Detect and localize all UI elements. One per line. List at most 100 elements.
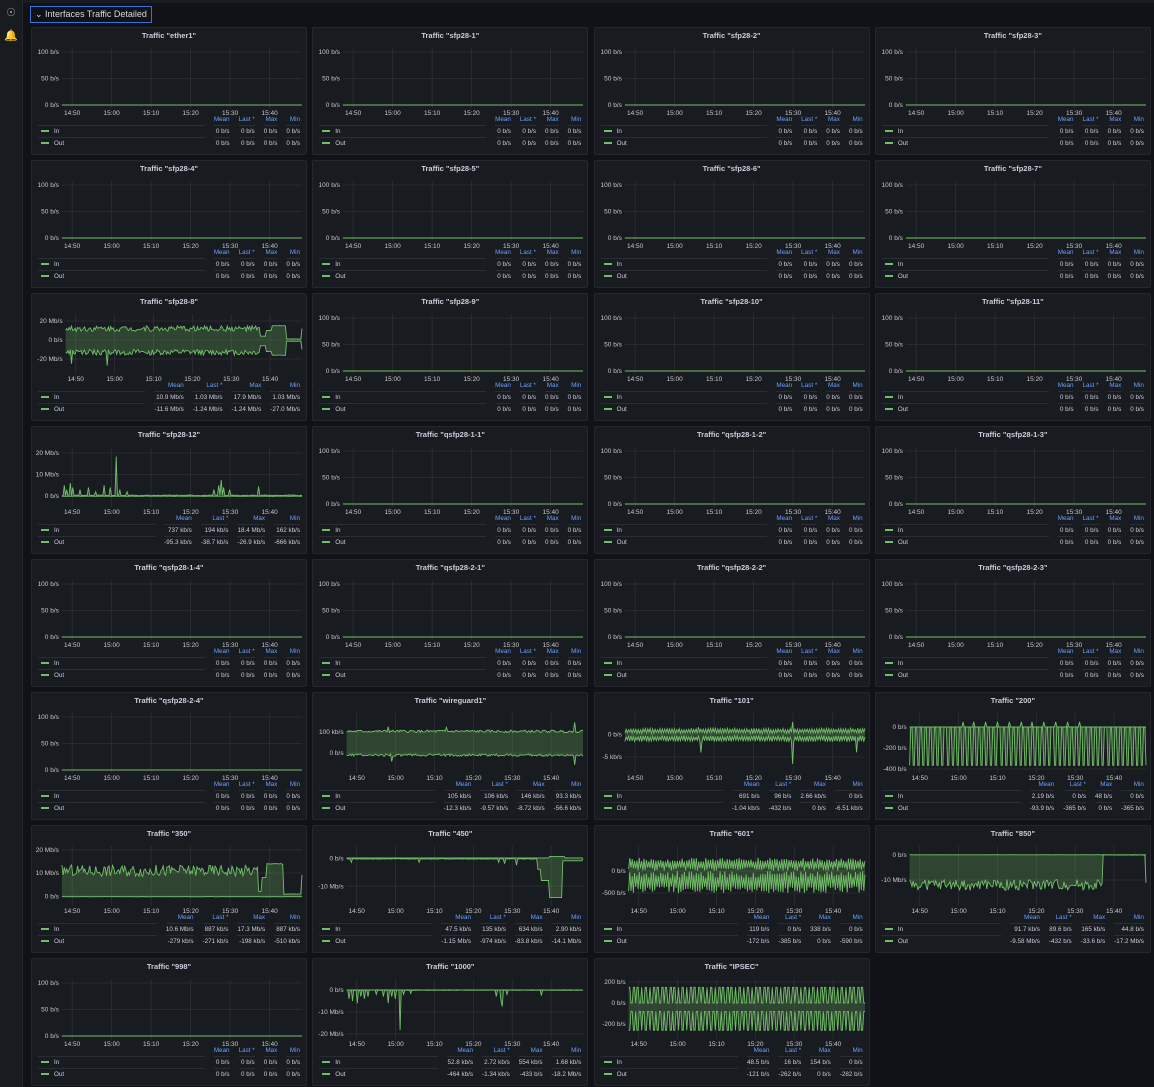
legend-series-out[interactable]: Out — [881, 270, 1049, 282]
legend-series-in[interactable]: In — [600, 391, 768, 403]
legend-series-out[interactable]: Out — [319, 137, 487, 149]
legend-header[interactable]: Max — [810, 913, 831, 923]
timeseries-chart[interactable]: 100 b/s50 b/s0 b/s14:50 15:00 15:10 15:20 15… — [876, 441, 1152, 517]
legend-series-in[interactable]: In — [600, 790, 723, 802]
legend-series-in[interactable]: In — [881, 391, 1049, 403]
legend-header[interactable]: Last * — [801, 115, 817, 125]
panel[interactable]: Traffic "601" 0 b/s -500 b/s 14:50 15:00 15:1… — [593, 825, 871, 953]
legend-header[interactable]: Max — [826, 115, 840, 125]
legend-header[interactable]: Last * — [480, 780, 508, 790]
legend-series-in[interactable]: In — [38, 391, 146, 403]
legend-header[interactable]: Min — [286, 1046, 300, 1056]
legend-header[interactable]: Last * — [1082, 514, 1098, 524]
panel[interactable]: Traffic "450" 0 b/s -10 Mb/s 14:50 15:00 15:1… — [312, 825, 589, 953]
legend-header[interactable]: Min — [1130, 381, 1144, 391]
legend-series-out[interactable]: Out — [881, 137, 1049, 149]
legend-header[interactable]: Min — [552, 1046, 581, 1056]
legend-header[interactable]: Mean — [214, 115, 230, 125]
legend-header[interactable]: Min — [286, 248, 300, 258]
legend-header[interactable]: Min — [1130, 647, 1144, 657]
legend-header[interactable]: Last * — [520, 514, 536, 524]
legend-header[interactable]: Min — [849, 514, 862, 524]
legend-series-out[interactable]: Out — [38, 137, 205, 149]
timeseries-chart[interactable]: 0 b/s-10 Mb/s14:50 15:00 15:10 15:20 15:30 15… — [876, 840, 1152, 916]
timeseries-chart[interactable]: 100 b/s50 b/s0 b/s14:50 15:00 15:10 15:20 15… — [876, 308, 1152, 384]
panel[interactable]: Traffic "sfp28-6" 100 b/s 50 b/s 0 b/s 14:50… — [593, 160, 870, 288]
legend-header[interactable]: Max — [1081, 913, 1105, 923]
legend-header[interactable]: Last * — [1082, 248, 1098, 258]
legend-header[interactable]: Min — [568, 514, 581, 524]
legend-series-in[interactable]: In — [319, 391, 487, 403]
legend-header[interactable]: Min — [849, 647, 862, 657]
legend-header[interactable]: Min — [849, 248, 862, 258]
panel[interactable]: Traffic "IPSEC" 200 b/s 0 b/s -200 b/s 14:50… — [593, 958, 871, 1086]
legend-header[interactable]: Max — [810, 1046, 831, 1056]
legend-header[interactable]: Min — [849, 115, 862, 125]
legend-series-out[interactable]: Out — [600, 1068, 738, 1080]
legend-header[interactable]: Last * — [1082, 115, 1098, 125]
timeseries-chart[interactable]: 100 b/s50 b/s0 b/s14:50 15:00 15:10 15:20 15… — [313, 441, 589, 517]
legend-series-in[interactable]: In — [600, 657, 768, 669]
legend-header[interactable]: Max — [264, 1046, 277, 1056]
legend-header[interactable]: Last * — [520, 248, 536, 258]
legend-header[interactable]: Mean — [1058, 115, 1074, 125]
legend-header[interactable]: Mean — [776, 115, 792, 125]
legend-header[interactable]: Mean — [214, 248, 230, 258]
panel[interactable]: Traffic "qsfp28-2-3" 100 b/s 50 b/s 0 b/s 14… — [874, 559, 1151, 687]
legend-header[interactable]: Mean — [164, 514, 192, 524]
legend-header[interactable]: Mean — [447, 1046, 473, 1056]
legend-header[interactable]: Mean — [495, 115, 511, 125]
legend-header[interactable]: Max — [545, 248, 559, 258]
timeseries-chart[interactable]: 100 b/s50 b/s0 b/s14:50 15:00 15:10 15:20 15… — [32, 973, 308, 1049]
legend-header[interactable]: Last * — [203, 913, 228, 923]
panel[interactable]: Traffic "ether1" 100 b/s 50 b/s 0 b/s 14:50 1… — [31, 27, 307, 155]
legend-series-out[interactable]: Out — [600, 536, 768, 548]
legend-header[interactable]: Last * — [801, 514, 817, 524]
panel[interactable]: Traffic "350" 20 Mb/s 10 Mb/s 0 b/s 14:50 15:… — [31, 825, 307, 953]
legend-header[interactable]: Max — [800, 780, 826, 790]
legend-header[interactable]: Max — [545, 514, 559, 524]
legend-header[interactable]: Last * — [1063, 780, 1086, 790]
panel[interactable]: Traffic "sfp28-1" 100 b/s 50 b/s 0 b/s 14:50… — [312, 27, 589, 155]
legend-header[interactable]: Mean — [495, 514, 511, 524]
legend-header[interactable]: Last * — [769, 780, 791, 790]
timeseries-chart[interactable]: 100 b/s50 b/s0 b/s14:50 15:00 15:10 15:20 15… — [313, 308, 589, 384]
legend-header[interactable]: Min — [274, 514, 300, 524]
timeseries-chart[interactable]: 0 b/s-500 b/s14:50 15:00 15:10 15:20 15:30 15… — [595, 840, 871, 916]
legend-series-in[interactable]: In — [319, 1056, 439, 1068]
timeseries-chart[interactable]: 20 Mb/s10 Mb/s0 b/s14:50 15:00 15:10 15:20 1… — [32, 840, 308, 916]
legend-series-out[interactable]: Out — [600, 403, 768, 415]
legend-header[interactable]: Max — [545, 647, 559, 657]
legend-header[interactable]: Min — [270, 381, 300, 391]
panel[interactable]: Traffic "sfp28-4" 100 b/s 50 b/s 0 b/s 14:50… — [31, 160, 307, 288]
panel[interactable]: Traffic "sfp28-10" 100 b/s 50 b/s 0 b/s 14:5… — [593, 293, 870, 421]
panel[interactable]: Traffic "qsfp28-2-2" 100 b/s 50 b/s 0 b/s 14… — [593, 559, 870, 687]
row-collapse-toggle[interactable]: ⌄ Interfaces Traffic Detailed — [30, 6, 152, 23]
legend-series-out[interactable]: Out — [600, 802, 723, 814]
timeseries-chart[interactable]: 100 b/s50 b/s0 b/s14:50 15:00 15:10 15:20 15… — [876, 175, 1152, 251]
legend-series-in[interactable]: In — [600, 524, 768, 536]
legend-header[interactable]: Max — [515, 913, 543, 923]
legend-series-out[interactable]: Out — [881, 935, 1002, 947]
legend-series-in[interactable]: In — [38, 790, 205, 802]
legend-header[interactable]: Min — [568, 248, 581, 258]
legend-series-in[interactable]: In — [600, 258, 768, 270]
legend-header[interactable]: Min — [568, 381, 581, 391]
timeseries-chart[interactable]: 0 b/s-200 b/s-400 b/s14:50 15:00 15:10 15:2… — [876, 707, 1152, 783]
timeseries-chart[interactable]: 100 b/s50 b/s0 b/s14:50 15:00 15:10 15:20 15… — [313, 175, 589, 251]
timeseries-chart[interactable]: 200 b/s0 b/s-200 b/s14:50 15:00 15:10 15:20… — [595, 973, 871, 1049]
legend-series-out[interactable]: Out — [881, 536, 1049, 548]
panel[interactable]: Traffic "850" 0 b/s -10 Mb/s 14:50 15:00 15:1… — [874, 825, 1152, 953]
legend-header[interactable]: Max — [264, 115, 277, 125]
legend-header[interactable]: Last * — [801, 381, 817, 391]
legend-header[interactable]: Last * — [193, 381, 222, 391]
legend-header[interactable]: Last * — [801, 248, 817, 258]
panel[interactable]: Traffic "101" 0 b/s -5 kb/s 14:50 15:00 15:10… — [593, 692, 870, 820]
timeseries-chart[interactable]: 100 b/s50 b/s0 b/s14:50 15:00 15:10 15:20 15… — [595, 42, 871, 118]
legend-series-in[interactable]: In — [38, 524, 156, 536]
panel[interactable]: Traffic "sfp28-2" 100 b/s 50 b/s 0 b/s 14:50… — [593, 27, 871, 155]
legend-header[interactable]: Min — [274, 913, 300, 923]
legend-series-in[interactable]: In — [600, 923, 738, 935]
legend-header[interactable]: Max — [1108, 381, 1121, 391]
panel[interactable]: Traffic "sfp28-3" 100 b/s 50 b/s 0 b/s 14:50… — [874, 27, 1151, 155]
